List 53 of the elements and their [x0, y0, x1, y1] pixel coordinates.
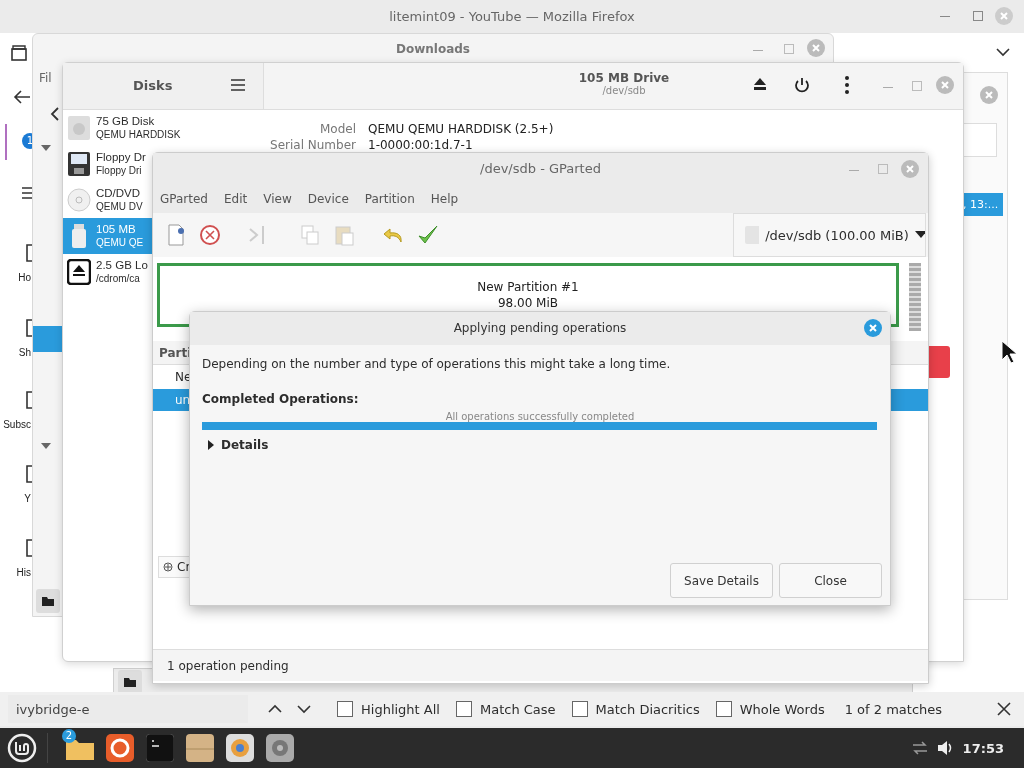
window-title: litemint09 - YouTube — Mozilla Firefox [0, 0, 1024, 33]
property-label: Model [318, 121, 356, 137]
sidebar-label[interactable]: Subsc [3, 419, 31, 430]
drive-title: 105 MB Drive [578, 71, 670, 85]
window-title: /dev/sdb - GParted [153, 153, 928, 185]
sidebar-label[interactable]: Y [24, 493, 31, 504]
drive-detail: QEMU QE [96, 236, 144, 250]
property-label: Serial Number [269, 137, 356, 153]
checkbox-label[interactable]: Match Diacritics [595, 701, 700, 717]
section-label: Completed Operations: [202, 392, 360, 406]
drive-detail: QEMU DV [96, 200, 143, 214]
drive-detail: Floppy Dri [96, 164, 143, 178]
status-text: 1 operation pending [167, 658, 289, 673]
menu-item[interactable]: Edit [224, 192, 248, 206]
save-details-button[interactable]: Save Details [670, 563, 773, 598]
device-dropdown[interactable]: /dev/sdb (100.00 MiB) [733, 213, 926, 257]
drive-list-item[interactable]: Floppy Dr Floppy Dri [63, 146, 152, 182]
menu-item[interactable]: View [263, 192, 292, 206]
partition-name: New Partition #1 [477, 279, 579, 295]
partition-size: 98.00 MiB [497, 295, 559, 311]
drive-name: 2.5 GB Lo [96, 258, 148, 272]
progress-text: All operations successfully completed [444, 411, 636, 422]
menu-item[interactable]: Fil [39, 71, 52, 85]
drive-list-item[interactable]: 75 GB Disk QEMU HARDDISK [63, 110, 263, 146]
menu-item[interactable]: Device [307, 192, 349, 206]
drive-detail: QEMU HARDDISK [96, 128, 181, 142]
window-title: Disks [133, 78, 173, 93]
menu-item[interactable]: Help [430, 192, 459, 206]
drive-name: 75 GB Disk [96, 114, 156, 128]
dialog-message: Depending on the number and type of operations this might take a long time. [202, 357, 672, 371]
sidebar-label[interactable]: Sh [18, 347, 31, 358]
sidebar-label[interactable]: Ho [18, 272, 31, 283]
match-count: 1 of 2 matches [844, 701, 943, 717]
drive-detail: /cdrom/ca [96, 272, 141, 286]
property-value: 1-0000:00:1d.7-1 [368, 137, 473, 153]
sidebar-label[interactable]: His [16, 567, 31, 578]
checkbox-label[interactable]: Whole Words [739, 701, 825, 717]
property-value: QEMU QEMU HARDDISK (2.5+) [368, 121, 554, 137]
drive-list-item[interactable]: CD/DVD QEMU DV [63, 182, 152, 218]
checkbox-label[interactable]: Highlight All [361, 701, 440, 717]
menu-item[interactable]: GParted [160, 192, 208, 206]
clock[interactable]: 17:53 [962, 740, 1004, 756]
notification-badge: 2 [62, 729, 76, 743]
drive-name: Floppy Dr [96, 150, 146, 164]
drive-name: 105 MB [96, 222, 137, 236]
details-expander[interactable]: Details [207, 438, 878, 452]
menu-item[interactable]: Partition [364, 192, 415, 206]
drive-path: /dev/sdb [602, 85, 646, 96]
checkbox-label[interactable]: Match Case [479, 701, 556, 717]
drive-name: CD/DVD [96, 186, 142, 200]
drive-list-item[interactable]: 2.5 GB Lo /cdrom/ca [63, 254, 152, 290]
window-title: Downloads [396, 42, 470, 56]
close-dialog-button[interactable]: Close [779, 563, 882, 598]
